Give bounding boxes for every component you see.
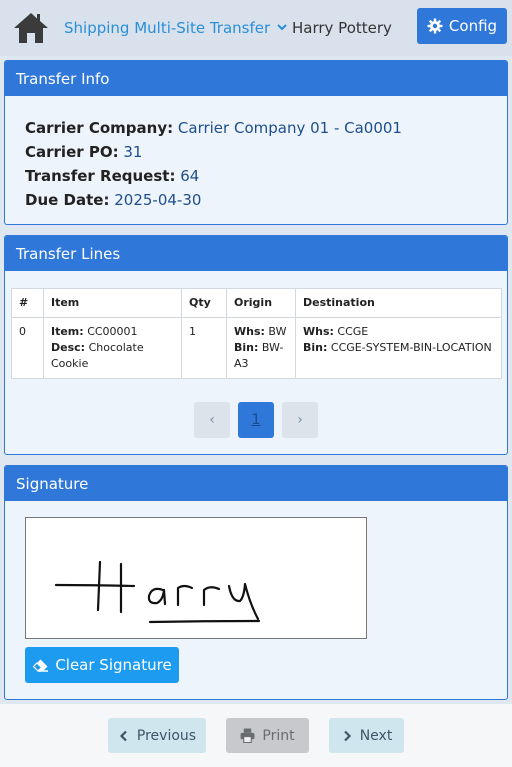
desc-label: Desc:	[51, 341, 86, 354]
line-number: 0	[11, 317, 44, 379]
module-title: Shipping Multi-Site Transfer	[64, 19, 271, 37]
previous-label: Previous	[136, 727, 197, 744]
config-label: Config	[448, 17, 498, 35]
clear-signature-label: Clear Signature	[55, 656, 172, 674]
pagination-page-button[interactable]: 1	[238, 402, 274, 438]
gear-icon	[427, 18, 443, 34]
destination-bin: CCGE-SYSTEM-BIN-LOCATION	[330, 341, 492, 354]
printer-icon	[240, 728, 255, 743]
origin-warehouse: BW	[268, 325, 287, 338]
quantity: 1	[181, 317, 227, 379]
transfer-request-row: Transfer Request: 64	[25, 164, 507, 188]
field-value: Carrier Company 01 - Ca0001	[177, 119, 402, 137]
field-value: 2025-04-30	[114, 191, 202, 209]
pagination: ‹ 1 ›	[194, 402, 318, 438]
column-header: Item	[43, 288, 182, 318]
carrier-po-row: Carrier PO: 31	[25, 140, 507, 164]
field-label: Carrier PO:	[25, 143, 119, 161]
eraser-icon	[32, 659, 49, 672]
item-label: Item:	[51, 325, 84, 338]
table-header-row: # Item Qty Origin Destination	[11, 288, 502, 318]
transfer-info-list: Carrier Company: Carrier Company 01 - Ca…	[5, 96, 507, 212]
column-header: Qty	[181, 288, 227, 318]
signature-panel: Signature Clear Signature	[4, 465, 508, 700]
transfer-lines-heading: Transfer Lines	[5, 236, 507, 271]
transfer-lines-panel: Transfer Lines # Item Qty Origin Destina…	[4, 235, 508, 455]
field-label: Due Date:	[25, 191, 110, 209]
due-date-row: Due Date: 2025-04-30	[25, 188, 507, 212]
next-button[interactable]: Next	[329, 718, 404, 753]
module-selector[interactable]: Shipping Multi-Site Transfer	[64, 19, 287, 37]
pagination-prev-button[interactable]: ‹	[194, 402, 230, 438]
destination-cell: Whs: CCGE Bin: CCGE-SYSTEM-BIN-LOCATION	[295, 317, 502, 379]
clear-signature-button[interactable]: Clear Signature	[25, 647, 179, 683]
carrier-company-row: Carrier Company: Carrier Company 01 - Ca…	[25, 116, 507, 140]
dest-bin-label: Bin:	[303, 341, 328, 354]
print-label: Print	[262, 727, 295, 744]
signature-heading: Signature	[5, 466, 507, 501]
destination-warehouse: CCGE	[337, 325, 369, 338]
config-button[interactable]: Config	[417, 8, 507, 44]
field-label: Transfer Request:	[25, 167, 176, 185]
signature-pad[interactable]	[25, 517, 367, 639]
field-value: 31	[123, 143, 143, 161]
column-header: #	[11, 288, 44, 318]
item-code: CC00001	[87, 325, 138, 338]
chevron-left-icon	[119, 730, 127, 741]
field-label: Carrier Company:	[25, 119, 174, 137]
origin-whs-label: Whs:	[234, 325, 265, 338]
origin-cell: Whs: BW Bin: BW-A3	[226, 317, 296, 379]
item-cell: Item: CC00001 Desc: Chocolate Cookie	[43, 317, 182, 379]
field-value: 64	[180, 167, 200, 185]
footer-nav: Previous Print Next	[0, 704, 512, 767]
signature-drawing	[54, 560, 261, 624]
print-button[interactable]: Print	[226, 718, 309, 753]
home-icon[interactable]	[12, 11, 50, 45]
origin-bin-label: Bin:	[234, 341, 259, 354]
table-row[interactable]: 0 Item: CC00001 Desc: Chocolate Cookie 1…	[11, 317, 502, 379]
dest-whs-label: Whs:	[303, 325, 334, 338]
chevron-right-icon	[343, 730, 351, 741]
transfer-info-panel: Transfer Info Carrier Company: Carrier C…	[4, 60, 508, 225]
user-name: Harry Pottery	[292, 19, 392, 37]
column-header: Destination	[295, 288, 502, 318]
previous-button[interactable]: Previous	[108, 718, 206, 753]
transfer-lines-table: # Item Qty Origin Destination 0 Item: CC…	[11, 288, 502, 379]
top-bar: Shipping Multi-Site Transfer Harry Potte…	[0, 0, 512, 56]
transfer-info-heading: Transfer Info	[5, 61, 507, 96]
column-header: Origin	[226, 288, 296, 318]
chevron-down-icon	[277, 24, 287, 31]
pagination-next-button[interactable]: ›	[282, 402, 318, 438]
next-label: Next	[359, 727, 393, 744]
